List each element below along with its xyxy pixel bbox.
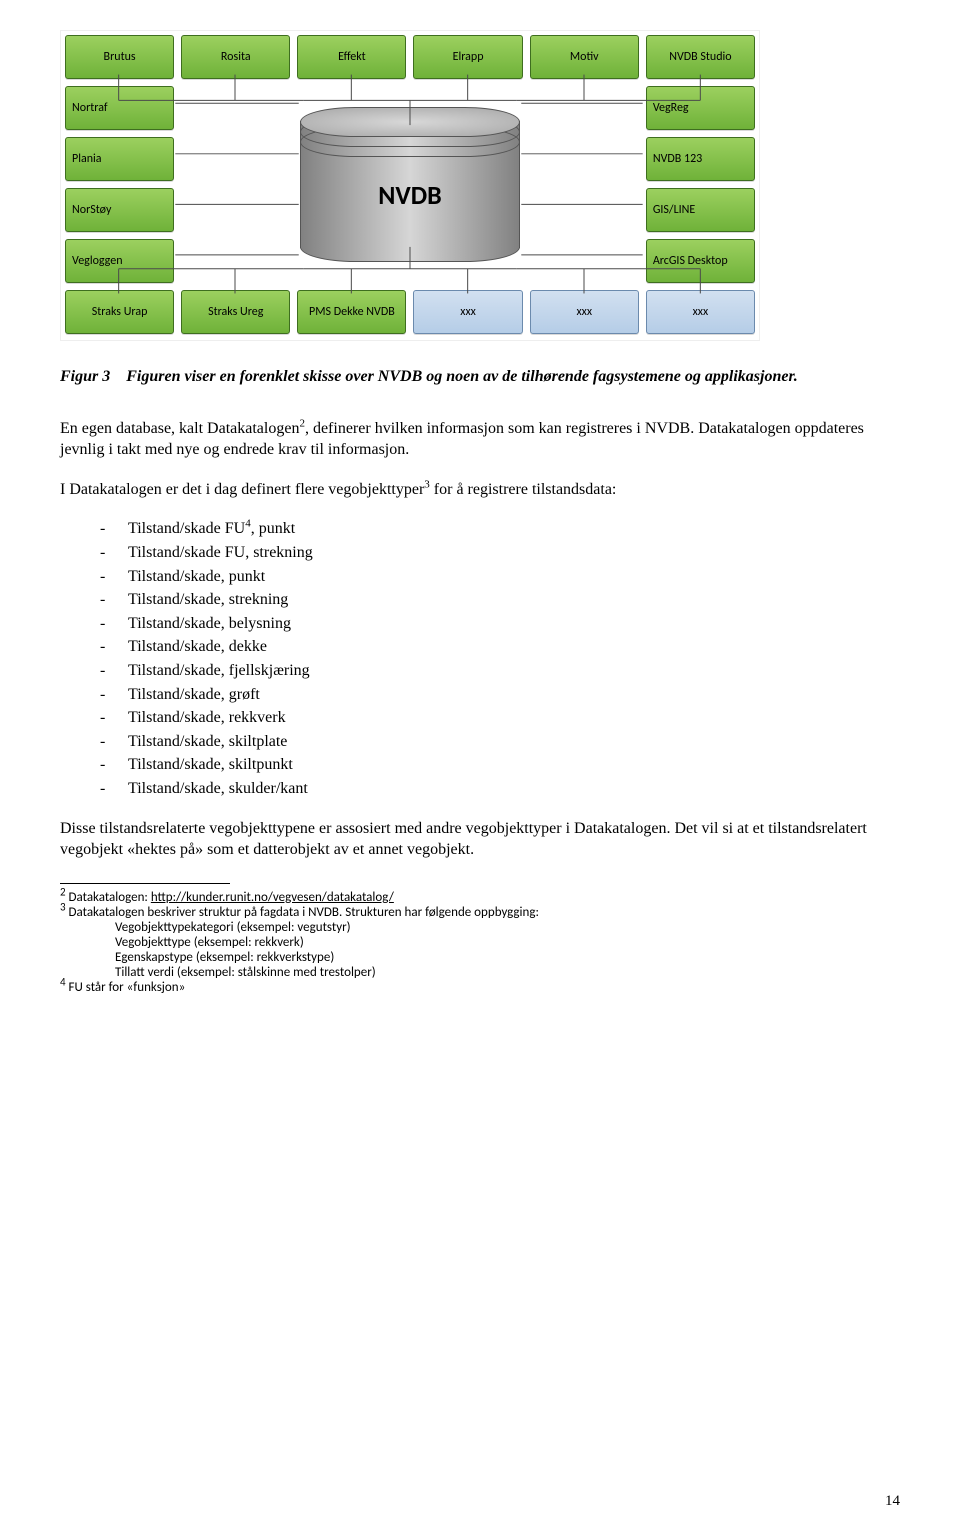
nvdb-cylinder: NVDB xyxy=(181,86,639,283)
node-brutus: Brutus xyxy=(65,35,174,79)
node-plania: Plania xyxy=(65,137,174,181)
node-straks-urap-0: Straks Urap xyxy=(65,290,174,334)
node-gis-line: GIS/LINE xyxy=(646,188,755,232)
node-xxx-5: xxx xyxy=(646,290,755,334)
list-item: Tilstand/skade FU, strekning xyxy=(100,542,900,564)
node-xxx-3: xxx xyxy=(413,290,522,334)
nvdb-architecture-diagram: BrutusRositaEffektElrappMotivNVDB Studio… xyxy=(60,30,760,341)
list-item: Tilstand/skade, rekkverk xyxy=(100,707,900,729)
list-item: Tilstand/skade, skiltplate xyxy=(100,731,900,753)
figure-number: Figur 3 xyxy=(60,368,110,385)
node-nvdb-123: NVDB 123 xyxy=(646,137,755,181)
footnotes: 2 Datakatalogen: http://kunder.runit.no/… xyxy=(60,890,900,995)
paragraph-3: Disse tilstandsrelaterte vegobjekttypene… xyxy=(60,818,900,861)
node-nortraf: Nortraf xyxy=(65,86,174,130)
figure-caption-text: Figuren viser en forenklet skisse over N… xyxy=(126,368,798,385)
node-xxx-4: xxx xyxy=(530,290,639,334)
page-number: 14 xyxy=(885,1491,900,1511)
node-vegloggen: Vegloggen xyxy=(65,239,174,283)
node-norstøy: NorStøy xyxy=(65,188,174,232)
node-effekt: Effekt xyxy=(297,35,406,79)
footnote-4: 4 FU står for «funksjon» xyxy=(60,980,900,995)
node-straks-ureg-1: Straks Ureg xyxy=(181,290,290,334)
list-item: Tilstand/skade, skiltpunkt xyxy=(100,754,900,776)
node-nvdb-studio: NVDB Studio xyxy=(646,35,755,79)
footnote-2: 2 Datakatalogen: http://kunder.runit.no/… xyxy=(60,890,900,905)
node-vegreg: VegReg xyxy=(646,86,755,130)
list-item: Tilstand/skade, grøft xyxy=(100,684,900,706)
list-item: Tilstand/skade, dekke xyxy=(100,636,900,658)
node-rosita: Rosita xyxy=(181,35,290,79)
footnote-3: 3 Datakatalogen beskriver struktur på fa… xyxy=(60,905,900,980)
footnote-3-line: Vegobjekttypekategori (eksempel: vegutst… xyxy=(60,920,900,935)
datakatalog-link[interactable]: http://kunder.runit.no/vegvesen/datakata… xyxy=(151,890,394,905)
list-item: Tilstand/skade, fjellskjæring xyxy=(100,660,900,682)
figure-caption: Figur 3 Figuren viser en forenklet skiss… xyxy=(60,366,900,388)
list-item: Tilstand/skade, punkt xyxy=(100,566,900,588)
footnote-3-line: Vegobjekttype (eksempel: rekkverk) xyxy=(60,935,900,950)
footnote-3-line: Tillatt verdi (eksempel: stålskinne med … xyxy=(60,965,900,980)
paragraph-1: En egen database, kalt Datakatalogen2, d… xyxy=(60,418,900,461)
cylinder-label: NVDB xyxy=(300,179,520,211)
vegobjekt-type-list: Tilstand/skade FU4, punktTilstand/skade … xyxy=(100,518,900,799)
list-item: Tilstand/skade, belysning xyxy=(100,613,900,635)
list-item: Tilstand/skade, skulder/kant xyxy=(100,778,900,800)
list-item: Tilstand/skade, strekning xyxy=(100,589,900,611)
node-elrapp: Elrapp xyxy=(413,35,522,79)
node-pms-dekke-nvdb-2: PMS Dekke NVDB xyxy=(297,290,406,334)
footnote-separator xyxy=(60,883,230,884)
footnote-3-line: Egenskapstype (eksempel: rekkverkstype) xyxy=(60,950,900,965)
paragraph-2: I Datakatalogen er det i dag definert fl… xyxy=(60,479,900,501)
node-arcgis-desktop: ArcGIS Desktop xyxy=(646,239,755,283)
node-motiv: Motiv xyxy=(530,35,639,79)
list-item: Tilstand/skade FU4, punkt xyxy=(100,518,900,540)
